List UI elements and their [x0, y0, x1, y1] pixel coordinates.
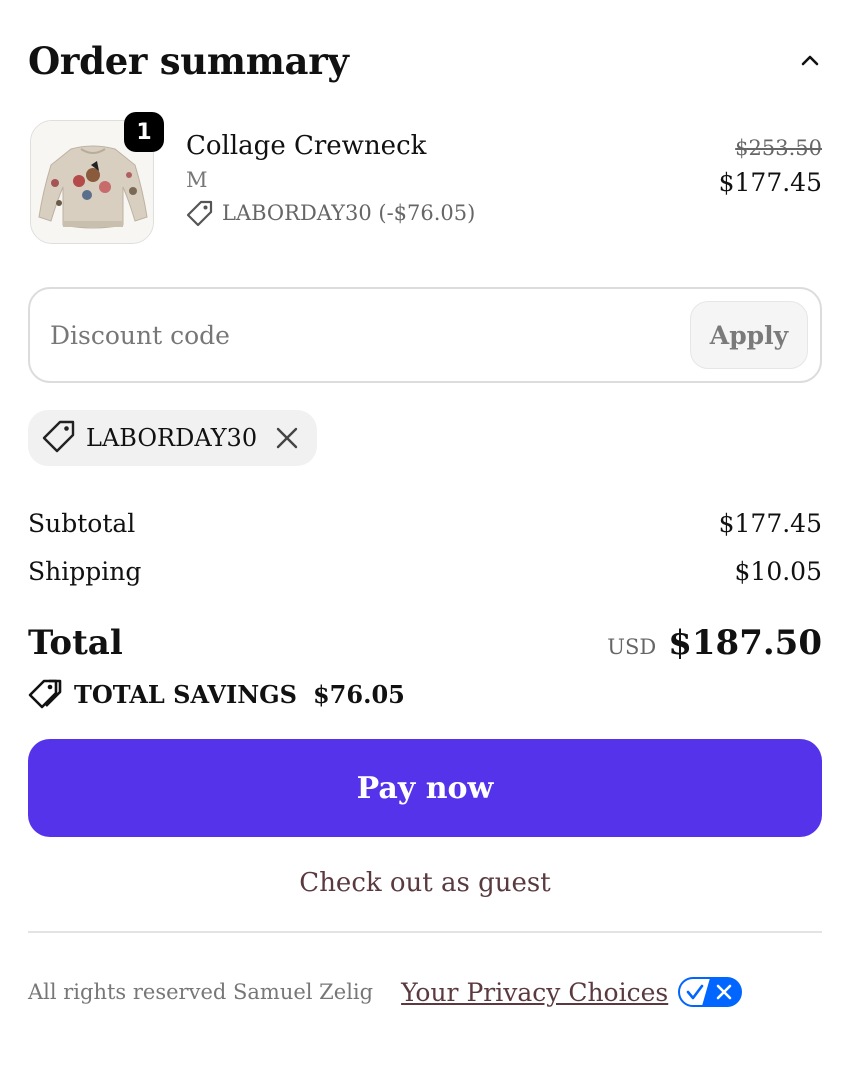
divider	[28, 931, 822, 933]
applied-code-chip: LABORDAY30	[28, 410, 318, 466]
pay-now-button[interactable]: Pay now	[28, 739, 822, 837]
privacy-choices-link[interactable]: Your Privacy Choices	[401, 978, 668, 1007]
guest-checkout-link[interactable]: Check out as guest	[0, 868, 850, 898]
copyright-text: All rights reserved Samuel Zelig	[28, 980, 374, 1004]
savings-label: TOTAL SAVINGS	[74, 679, 297, 709]
order-summary-header: Order summary	[28, 36, 822, 86]
chevron-up-icon	[801, 55, 819, 66]
product-variant: M	[186, 168, 208, 192]
tags-icon	[28, 677, 62, 711]
original-price: $253.50	[735, 136, 822, 160]
tag-icon	[186, 199, 214, 227]
close-icon	[276, 427, 298, 449]
quantity-badge: 1	[124, 112, 164, 152]
privacy-options-icon[interactable]	[678, 977, 743, 1007]
total-row: Total USD $187.50	[28, 620, 822, 668]
product-name: Collage Crewneck	[186, 131, 427, 161]
discount-code-input[interactable]	[50, 309, 670, 361]
applied-code-label: LABORDAY30	[86, 424, 258, 452]
total-amount-group: USD $187.50	[607, 620, 822, 666]
remove-code-button[interactable]	[273, 424, 301, 452]
apply-button[interactable]: Apply	[690, 301, 808, 369]
item-discount: LABORDAY30 (-$76.05)	[186, 198, 475, 228]
total-value: $187.50	[668, 623, 822, 663]
collapse-button[interactable]	[798, 48, 822, 72]
subtotal-label: Subtotal	[28, 509, 136, 538]
item-discount-label: LABORDAY30 (-$76.05)	[222, 201, 476, 225]
shipping-label: Shipping	[28, 557, 142, 586]
subtotal-value: $177.45	[718, 509, 822, 538]
discount-form: Apply	[28, 287, 822, 383]
discounted-price: $177.45	[718, 168, 822, 197]
savings-value: $76.05	[312, 679, 405, 709]
footer: All rights reserved Samuel Zelig Your Pr…	[28, 972, 743, 1012]
total-label: Total	[28, 623, 123, 663]
page-title: Order summary	[28, 39, 349, 83]
subtotal-row: Subtotal $177.45	[28, 506, 822, 542]
shipping-row: Shipping $10.05	[28, 554, 822, 590]
currency-code: USD	[607, 635, 657, 659]
tag-icon	[42, 419, 76, 457]
line-item: 1 Collage Crewneck M LABORDAY30 (-$76.05…	[28, 112, 822, 248]
total-savings: TOTAL SAVINGS $76.05	[28, 676, 405, 712]
shipping-value: $10.05	[734, 557, 822, 586]
